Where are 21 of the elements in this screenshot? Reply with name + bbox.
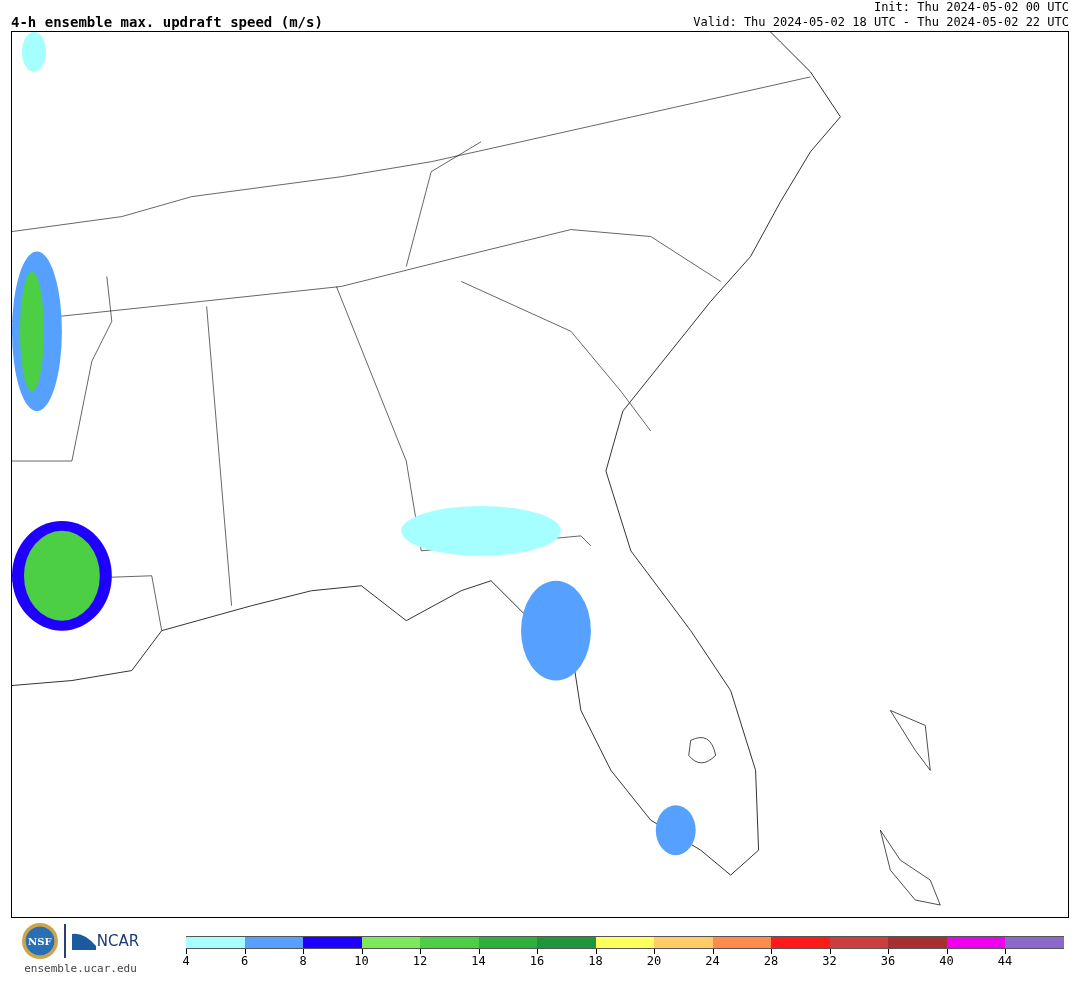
colorbar-tick-label: 36 [880, 954, 896, 968]
colorbar-tick-label: 6 [240, 954, 249, 968]
colorbar-tick-label: 14 [471, 954, 486, 968]
init-time: Init: Thu 2024-05-02 00 UTC [873, 0, 1069, 15]
colorbar-tick-label: 32 [822, 954, 837, 968]
colorbar-tick-label: 24 [705, 954, 720, 968]
colorbar-tick-label: 18 [588, 954, 603, 968]
colorbar-tick-label: 16 [529, 954, 545, 968]
colorbar-tick-label: 28 [763, 954, 779, 968]
colorbar-tick-label: 10 [354, 954, 369, 968]
chart-title: 4-h ensemble max. updraft speed (m/s) [11, 14, 323, 30]
colorbar-tick-label: 40 [939, 954, 954, 968]
nsf-logo: NSF [21, 923, 58, 959]
colorbar-tick-label: 12 [412, 954, 428, 968]
website-url: ensemble.ucar.edu [24, 962, 137, 975]
colorbar-tick-label: 8 [299, 954, 307, 968]
ncar-logo: NCAR [71, 932, 140, 950]
colorbar-tick-label: 20 [646, 954, 662, 968]
colorbar-tick-label: 44 [997, 954, 1013, 968]
valid-time: Valid: Thu 2024-05-02 18 UTC - Thu 2024-05-02 22 UTC [693, 15, 1069, 30]
colorbar-tick-label: 4 [182, 954, 190, 968]
